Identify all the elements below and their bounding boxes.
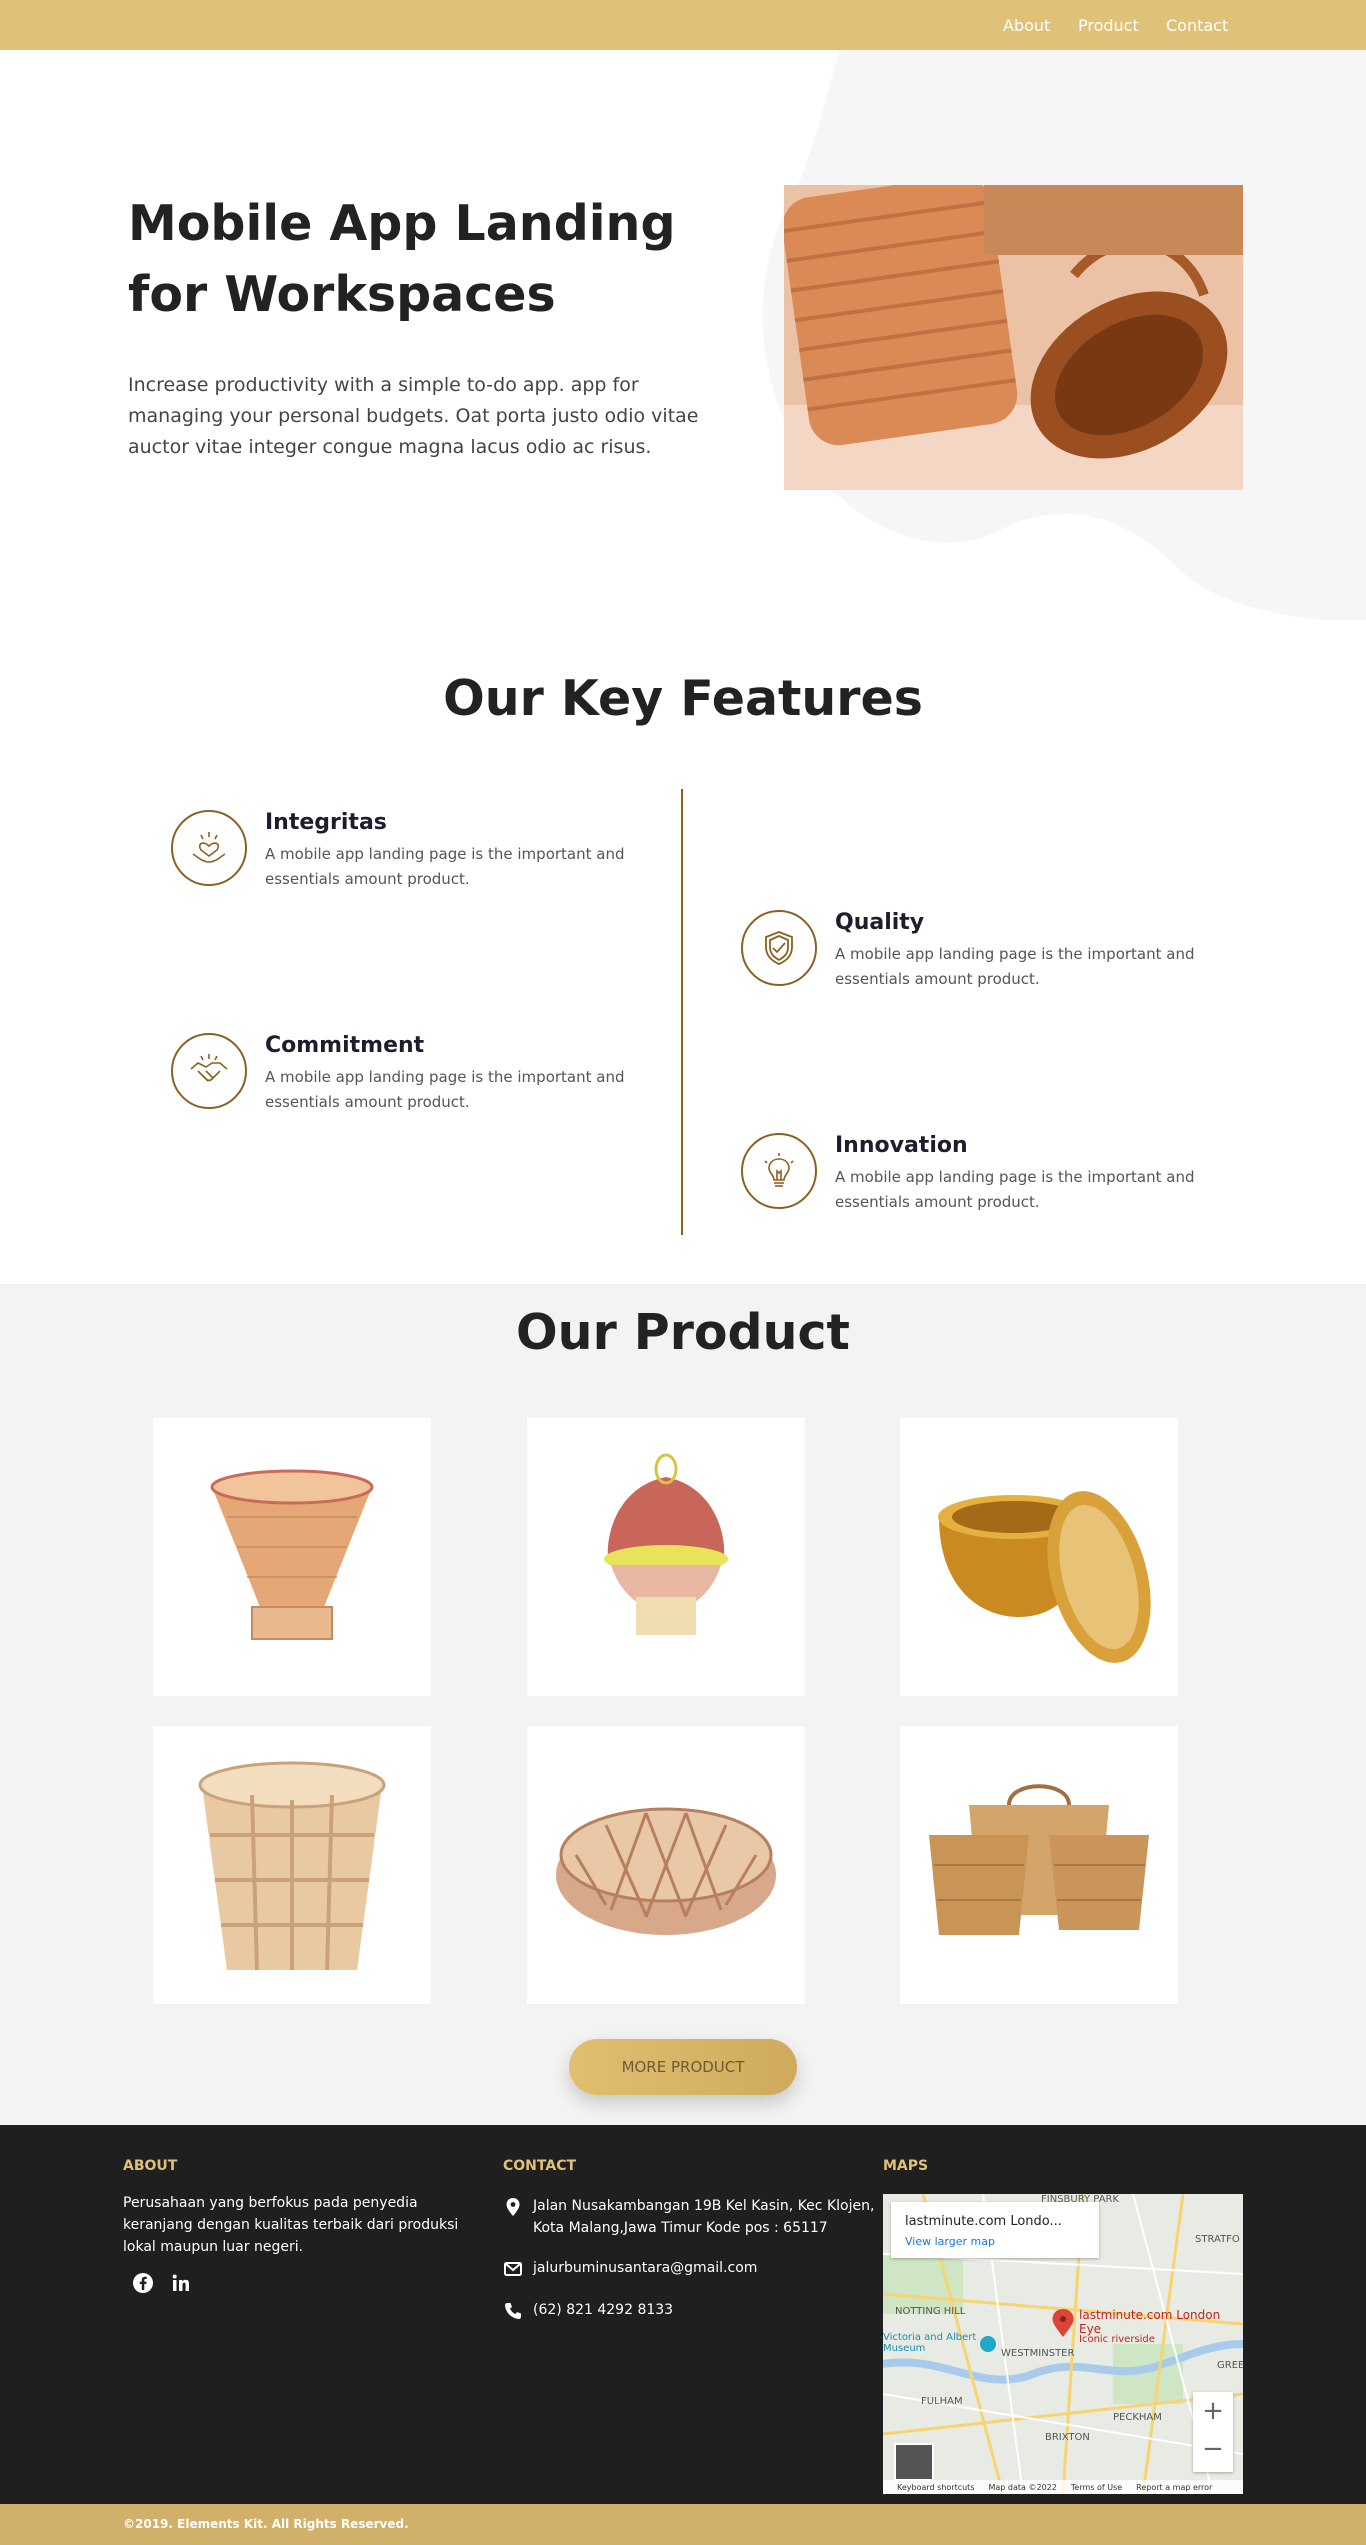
features-heading-bold: Features bbox=[680, 670, 923, 727]
feature-title: Quality bbox=[835, 910, 925, 935]
envelope-icon bbox=[504, 2262, 522, 2276]
feature-quality: Quality A mobile app landing page is the… bbox=[741, 910, 1201, 1000]
zoom-in-button[interactable]: + bbox=[1193, 2396, 1233, 2426]
nav-product-link[interactable]: Product bbox=[1078, 16, 1139, 35]
product-image bbox=[604, 1453, 728, 1635]
features-heading: Our Key Features bbox=[0, 670, 1366, 727]
map-label: FULHAM bbox=[921, 2396, 963, 2407]
hero-description: Increase productivity with a simple to-d… bbox=[128, 374, 699, 458]
map-attribution: Keyboard shortcuts Map data ©2022 Terms … bbox=[883, 2480, 1243, 2494]
nav-contact-link[interactable]: Contact bbox=[1166, 16, 1228, 35]
zoom-out-button[interactable]: − bbox=[1193, 2434, 1233, 2464]
location-pin-icon bbox=[506, 2198, 520, 2216]
feature-commitment: Commitment A mobile app landing page is … bbox=[171, 1033, 631, 1123]
map-zoom-controls: + − bbox=[1193, 2392, 1233, 2472]
map-place-title: lastminute.com Londo... bbox=[905, 2214, 1062, 2229]
product-card[interactable] bbox=[527, 1418, 805, 1696]
embedded-map[interactable]: lastminute.com Londo... View larger map … bbox=[883, 2194, 1243, 2494]
feature-description: A mobile app landing page is the importa… bbox=[265, 845, 625, 888]
product-image bbox=[556, 1807, 776, 1935]
feature-integritas: Integritas A mobile app landing page is … bbox=[171, 810, 631, 900]
product-image bbox=[210, 1469, 374, 1640]
footer-maps-heading: MAPS bbox=[883, 2158, 929, 2174]
feature-description: A mobile app landing page is the importa… bbox=[265, 1068, 625, 1111]
map-label: GREE bbox=[1217, 2360, 1243, 2371]
product-card[interactable] bbox=[900, 1418, 1178, 1696]
keyboard-shortcuts-link[interactable]: Keyboard shortcuts bbox=[897, 2483, 974, 2492]
products-heading-bold: Product bbox=[633, 1304, 850, 1361]
view-larger-map-link[interactable]: View larger map bbox=[905, 2235, 995, 2248]
product-image bbox=[198, 1761, 386, 1971]
product-card[interactable] bbox=[153, 1726, 431, 2004]
top-nav: About Product Contact bbox=[0, 0, 1366, 50]
map-label: Victoria and Albert Museum bbox=[883, 2332, 977, 2354]
copyright-text: ©2019. Elements Kit. All Rights Reserved… bbox=[123, 2517, 409, 2531]
linkedin-icon[interactable] bbox=[168, 2270, 194, 2296]
map-label: BRIXTON bbox=[1045, 2432, 1090, 2443]
map-label: STRATFO bbox=[1195, 2234, 1240, 2245]
more-product-button[interactable]: MORE PRODUCT bbox=[569, 2039, 797, 2095]
copyright-bar: ©2019. Elements Kit. All Rights Reserved… bbox=[0, 2504, 1366, 2545]
map-label: WESTMINSTER bbox=[1001, 2348, 1075, 2359]
features-divider bbox=[681, 789, 683, 1235]
lightbulb-icon bbox=[741, 1133, 817, 1209]
contact-address: Jalan Nusakambangan 19B Kel Kasin, Kec K… bbox=[533, 2198, 875, 2236]
handshake-icon bbox=[171, 1033, 247, 1109]
product-image bbox=[938, 1491, 1151, 1663]
feature-description: A mobile app landing page is the importa… bbox=[835, 1168, 1195, 1211]
nav-about-link[interactable]: About bbox=[1003, 16, 1050, 35]
facebook-icon[interactable] bbox=[130, 2270, 156, 2296]
hero-basket-image bbox=[784, 185, 1243, 490]
feature-title: Innovation bbox=[835, 1133, 968, 1158]
map-place-card: lastminute.com Londo... View larger map bbox=[891, 2202, 1099, 2258]
footer-about-heading: ABOUT bbox=[123, 2158, 178, 2174]
feature-title: Integritas bbox=[265, 810, 387, 835]
map-label: FINSBURY PARK bbox=[1041, 2194, 1120, 2205]
product-card[interactable] bbox=[900, 1726, 1178, 2004]
contact-phone[interactable]: (62) 821 4292 8133 bbox=[533, 2299, 883, 2321]
terms-of-use-link[interactable]: Terms of Use bbox=[1071, 2483, 1122, 2492]
products-heading-light: Our bbox=[516, 1304, 634, 1361]
features-heading-light: Our Key bbox=[443, 670, 681, 727]
product-card[interactable] bbox=[527, 1726, 805, 2004]
feature-title: Commitment bbox=[265, 1033, 425, 1058]
map-label: PECKHAM bbox=[1113, 2412, 1162, 2423]
product-card[interactable] bbox=[153, 1418, 431, 1696]
footer-contact-heading: CONTACT bbox=[503, 2158, 577, 2174]
phone-icon bbox=[505, 2303, 521, 2319]
product-image bbox=[929, 1784, 1149, 1935]
heart-hands-icon bbox=[171, 810, 247, 886]
map-data-text: Map data ©2022 bbox=[988, 2482, 1057, 2492]
feature-innovation: Innovation A mobile app landing page is … bbox=[741, 1133, 1201, 1223]
shield-check-icon bbox=[741, 910, 817, 986]
report-map-error-link[interactable]: Report a map error bbox=[1136, 2483, 1212, 2492]
hero-title: Mobile App Landing for Workspaces bbox=[128, 195, 676, 323]
footer-about-text: Perusahaan yang berfokus pada penyedia k… bbox=[123, 2195, 459, 2255]
map-label: NOTTING HILL bbox=[895, 2306, 966, 2317]
contact-email[interactable]: jalurbuminusantara@gmail.com bbox=[533, 2257, 883, 2279]
map-pin-sublabel: Iconic riverside bbox=[1079, 2334, 1155, 2345]
feature-description: A mobile app landing page is the importa… bbox=[835, 945, 1195, 988]
products-heading: Our Product bbox=[0, 1304, 1366, 1361]
map-pin-label: lastminute.com London Eye bbox=[1079, 2308, 1221, 2336]
